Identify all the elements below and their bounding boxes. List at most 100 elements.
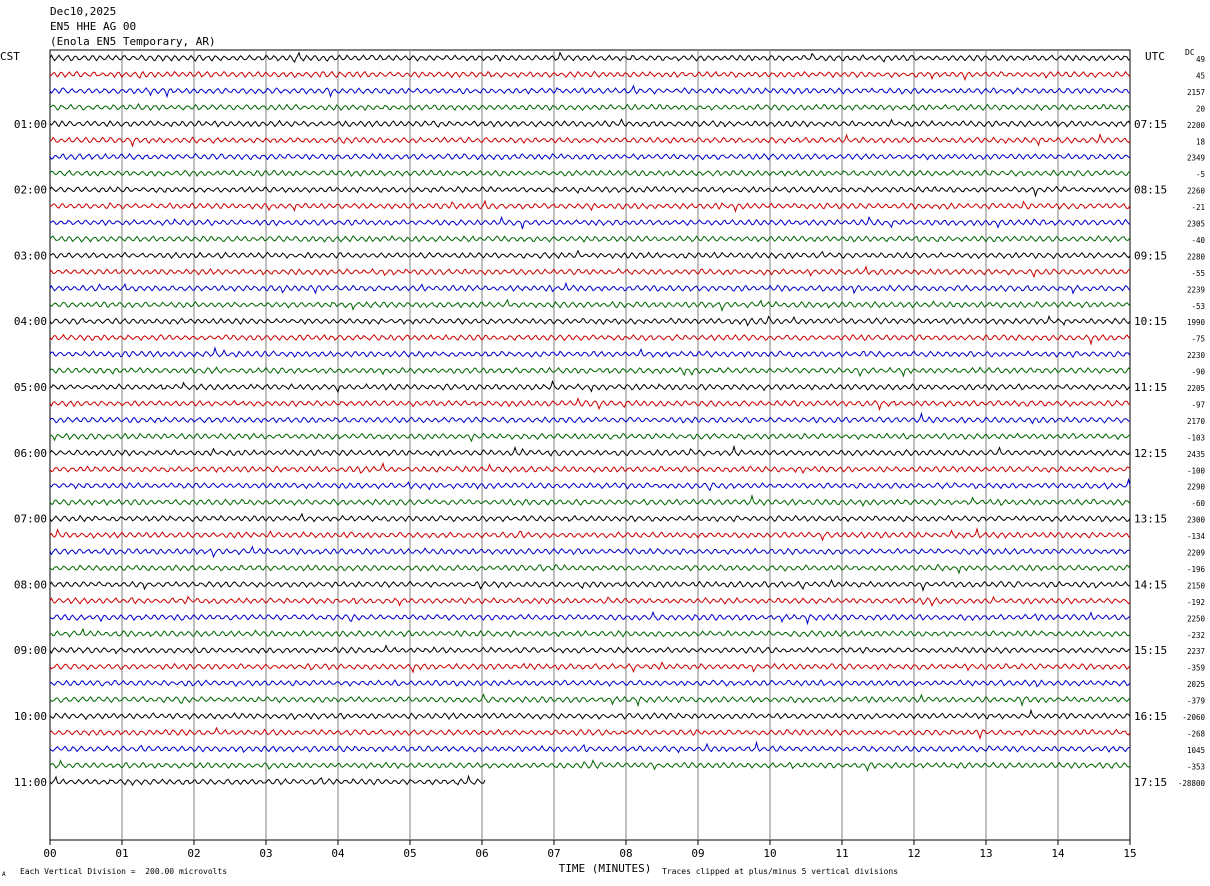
dc-offset-label: 2230	[1187, 351, 1206, 360]
clip-note: Traces clipped at plus/minus 5 vertical …	[662, 867, 899, 876]
trace-row	[49, 70, 1131, 81]
dc-offset-label: -28800	[1178, 779, 1206, 788]
x-tick-label: 10	[763, 847, 776, 860]
trace-row	[49, 774, 486, 787]
trace-row	[49, 152, 1131, 161]
trace-row	[50, 199, 1131, 213]
trace-row	[49, 726, 1131, 740]
right-hour-label: 09:15	[1134, 249, 1167, 262]
trace-row	[49, 169, 1131, 178]
left-hour-label: 07:00	[14, 513, 47, 526]
trace-row	[49, 51, 1131, 63]
dc-offset-label: 20	[1196, 104, 1206, 113]
dc-offset-label: -359	[1187, 664, 1205, 673]
trace-row	[49, 346, 1131, 359]
left-hour-label: 05:00	[14, 381, 47, 394]
dc-offset-label: 2290	[1187, 483, 1206, 492]
trace-row	[49, 333, 1131, 346]
right-hour-label: 07:15	[1134, 118, 1167, 131]
dc-offset-label: -353	[1187, 762, 1205, 771]
right-hour-label: 17:15	[1134, 776, 1167, 789]
trace-row	[49, 132, 1131, 148]
trace-row	[49, 578, 1131, 592]
x-tick-label: 00	[43, 847, 56, 860]
dc-offset-label: -75	[1191, 335, 1205, 344]
dc-offset-label: -192	[1187, 598, 1205, 607]
dc-offset-label: -103	[1187, 433, 1205, 442]
dc-offset-label: 49	[1196, 55, 1205, 64]
trace-row	[49, 595, 1131, 608]
dc-offset-label: -40	[1191, 236, 1205, 245]
plot-frame	[49, 49, 1131, 841]
trace-row	[49, 644, 1131, 655]
x-tick-label: 11	[835, 847, 848, 860]
dc-offset-label: 2260	[1187, 187, 1206, 196]
x-tick-label: 03	[259, 847, 272, 860]
dc-offset-label: -60	[1191, 499, 1205, 508]
trace-row	[49, 527, 1131, 542]
left-hour-label: 08:00	[14, 578, 47, 591]
left-hour-label: 06:00	[14, 447, 47, 460]
trace-row	[49, 84, 1131, 99]
trace-row	[49, 563, 1131, 575]
trace-row	[49, 512, 1131, 523]
corner-mark: A	[2, 871, 6, 878]
trace-row	[49, 314, 1131, 327]
left-hour-label: 03:00	[14, 249, 47, 262]
dc-offset-label: -53	[1191, 302, 1205, 311]
dc-offset-label: -232	[1187, 631, 1205, 640]
dc-offset-label: 2157	[1187, 88, 1205, 97]
dc-offset-label: 2237	[1187, 647, 1205, 656]
dc-offset-label: 2205	[1187, 384, 1205, 393]
trace-row	[49, 366, 1131, 378]
trace-row	[49, 759, 1131, 773]
dc-offset-label: -268	[1187, 729, 1206, 738]
grid	[49, 49, 1131, 845]
trace-row	[49, 397, 1131, 412]
trace-row	[49, 610, 1131, 626]
dc-offset-label: -21	[1191, 203, 1205, 212]
dc-offset-label: 2300	[1187, 516, 1206, 525]
right-hour-label: 12:15	[1134, 447, 1167, 460]
left-hour-label: 10:00	[14, 710, 47, 723]
trace-row	[49, 661, 1131, 674]
x-tick-label: 04	[331, 847, 345, 860]
dc-offset-label: 2250	[1187, 614, 1206, 623]
trace-row	[49, 215, 1131, 230]
trace-row	[49, 679, 1131, 688]
dc-offset-label: -90	[1191, 368, 1205, 377]
dc-offset-label: 2239	[1187, 285, 1205, 294]
dc-offset-label: 2435	[1187, 450, 1205, 459]
dc-offset-label: 1045	[1187, 746, 1205, 755]
trace-row	[49, 102, 1131, 112]
scale-note: Each Vertical Division = 200.00 microvol…	[20, 867, 228, 876]
dc-offset-label: 18	[1196, 137, 1206, 146]
traces	[49, 51, 1131, 787]
trace-row	[49, 411, 1130, 425]
right-hour-label: 14:15	[1134, 578, 1167, 591]
left-hour-label: 02:00	[14, 184, 47, 197]
trace-row	[49, 461, 1131, 475]
dc-offset-label: 2025	[1187, 680, 1205, 689]
x-tick-label: 08	[619, 847, 632, 860]
trace-row	[49, 627, 1131, 638]
dc-offset-label: -97	[1191, 400, 1205, 409]
dc-offset-label: -196	[1187, 565, 1206, 574]
trace-row	[49, 432, 1131, 443]
trace-row	[49, 477, 1131, 492]
dc-offset-label: 2305	[1187, 220, 1205, 229]
right-hour-label: 15:15	[1134, 644, 1167, 657]
dc-offset-label: -100	[1187, 466, 1206, 475]
dc-offset-label: -379	[1187, 697, 1205, 706]
helicorder-plot: 00 01 02 03 04 05 06 07 08 09 10 11 12 13 14 15 49 45 2157…	[14, 49, 1206, 860]
trace-row	[49, 265, 1131, 279]
right-hour-label: 08:15	[1134, 184, 1167, 197]
right-hour-label: 16:15	[1134, 710, 1167, 723]
trace-row	[49, 118, 1131, 128]
trace-row	[49, 281, 1131, 295]
dc-offset-label: -134	[1187, 532, 1206, 541]
trace-row	[49, 740, 1131, 754]
x-tick-label: 13	[979, 847, 992, 860]
trace-row	[49, 249, 1131, 260]
x-tick-label: 12	[907, 847, 920, 860]
